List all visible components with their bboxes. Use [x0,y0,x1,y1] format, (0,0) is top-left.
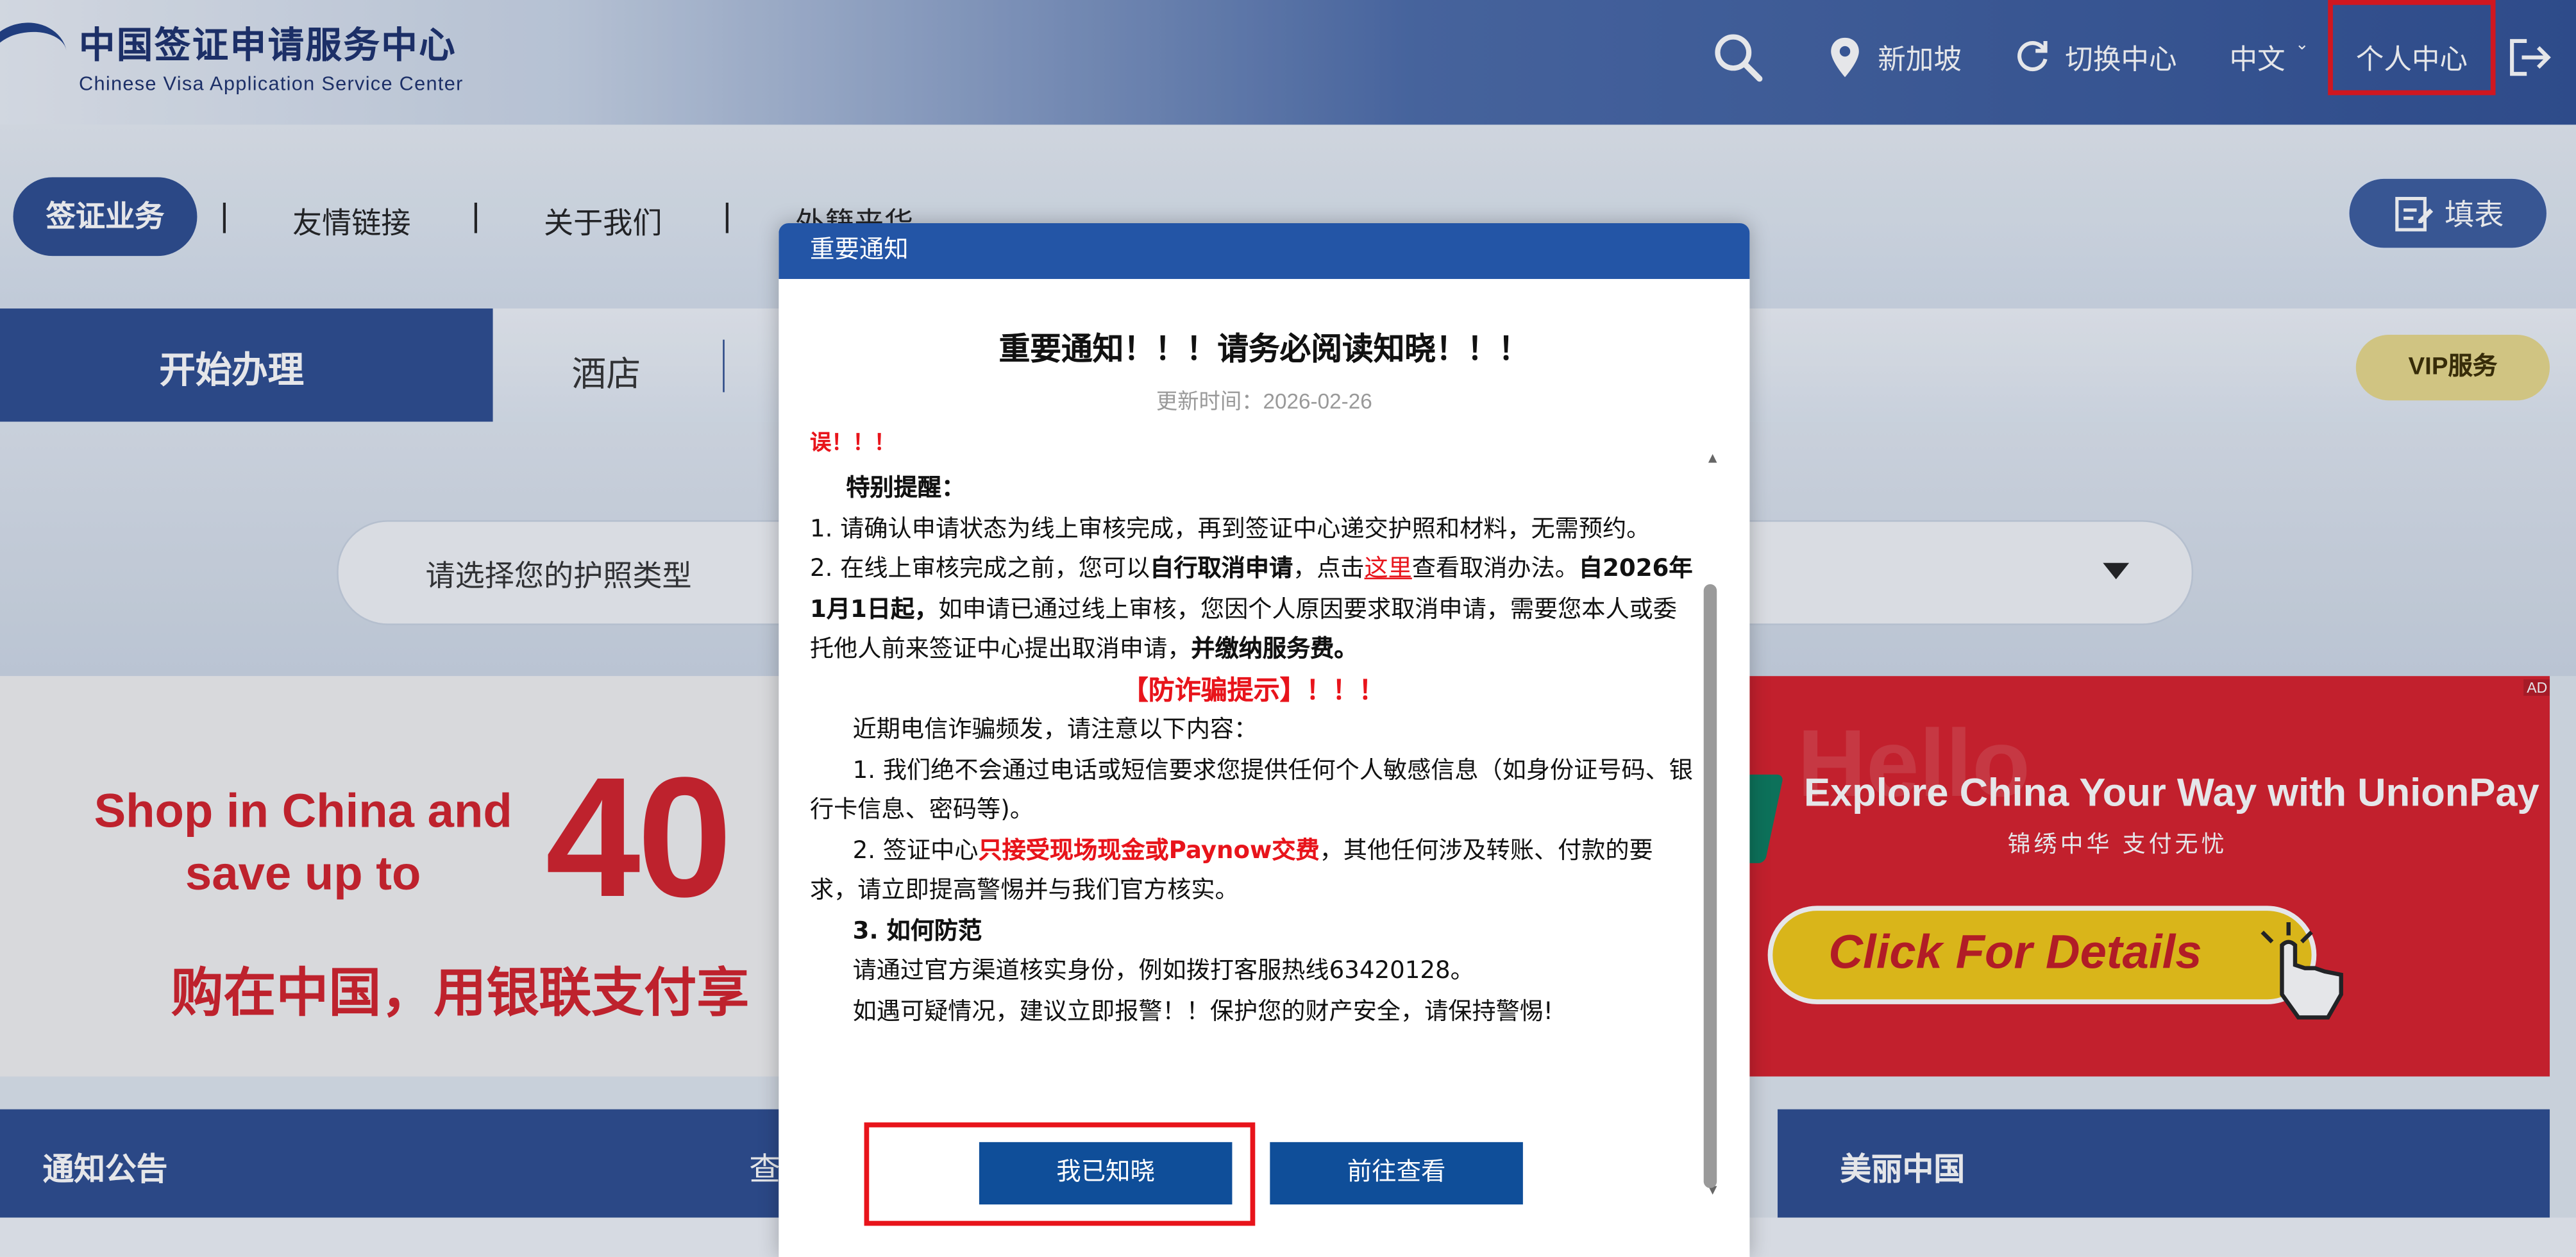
verify-advice: 请通过官方渠道核实身份，例如拨打客服热线63420128。 [852,958,1474,985]
modal-updated-time: 更新时间：2026-02-26 [1156,389,1372,414]
scrollbar-thumb[interactable] [1703,584,1717,1188]
fraud-item-1: 1. 我们绝不会通过电话或短信要求您提供任何个人敏感信息（如身份证号码、银行卡信… [810,757,1693,824]
fraud-item-2: 2. 签证中心只接受现场现金或Paynow交费，其他任何涉及转账、付款的要求，请… [810,838,1653,904]
modal-title-bar: 重要通知 [779,223,1750,279]
acknowledge-button[interactable]: 我已知晓 [979,1142,1233,1205]
modal-heading: 重要通知！！！请务必阅读知晓！！！ [998,331,1530,368]
cancel-method-link[interactable]: 这里 [1365,556,1412,582]
special-reminder: 特别提醒： [846,476,966,502]
anti-fraud-heading: 【防诈骗提示】！！！ [1122,673,1385,705]
fraud-intro: 近期电信诈骗频发，请注意以下内容： [852,717,1258,744]
modal-content[interactable]: 误！！！ 特别提醒： 1. 请确认申请状态为线上审核完成，再到签证中心递交护照和… [810,430,1697,1119]
important-notice-modal: 重要通知 重要通知！！！请务必阅读知晓！！！ 更新时间：2026-02-26 误… [779,223,1750,1257]
go-view-button[interactable]: 前往查看 [1270,1142,1523,1205]
scroll-up-icon[interactable]: ▲ [1705,450,1720,466]
cut-off-line: 误！！！ [810,431,896,457]
page: 中国签证申请服务中心 Chinese Visa Application Serv… [0,0,2576,1257]
reminder-item-1: 1. 请确认申请状态为线上审核完成，再到签证中心递交护照和材料，无需预约。 [810,516,1651,543]
how-to-prevent: 3. 如何防范 [852,918,982,945]
police-advice: 如遇可疑情况，建议立即报警！！保护您的财产安全，请保持警惕! [852,998,1553,1025]
reminder-item-2: 2. 在线上审核完成之前，您可以自行取消申请，点击这里查看取消办法。自2026年… [810,556,1693,663]
